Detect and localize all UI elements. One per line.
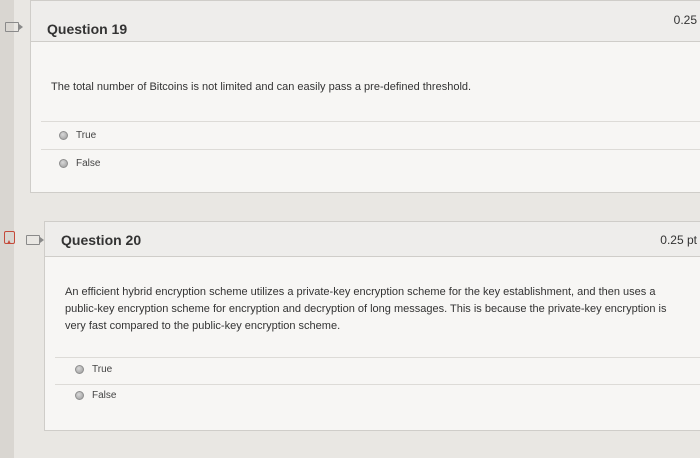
question-points: 0.25 pt [660, 233, 697, 247]
choice-label: False [92, 390, 117, 401]
radio-button[interactable] [75, 365, 84, 374]
question-title: Question 20 [61, 232, 142, 248]
question-title: Question 19 [47, 21, 128, 37]
divider [55, 357, 700, 358]
choice-label: False [76, 158, 101, 169]
bookmark-icon[interactable] [4, 231, 15, 244]
radio-button[interactable] [75, 391, 84, 400]
choice-false[interactable]: False [75, 390, 116, 401]
question-text: An efficient hybrid encryption scheme ut… [65, 286, 667, 332]
choice-true[interactable]: True [75, 364, 112, 375]
question-card: Question 19 0.25 The total number of Bit… [30, 0, 700, 193]
question-points: 0.25 [673, 13, 697, 27]
flag-question-icon[interactable] [5, 22, 23, 32]
choice-true[interactable]: True [59, 130, 96, 141]
question-text: The total number of Bitcoins is not limi… [51, 81, 472, 93]
flag-question-icon[interactable] [26, 235, 44, 245]
choice-label: True [92, 364, 113, 375]
divider [41, 149, 700, 150]
question-header [31, 1, 700, 42]
radio-button[interactable] [59, 159, 68, 168]
question-header [45, 222, 700, 257]
divider [55, 384, 700, 385]
page-left-edge [0, 0, 14, 458]
radio-button[interactable] [59, 131, 68, 140]
choice-false[interactable]: False [59, 158, 100, 169]
divider [41, 121, 700, 122]
choice-label: True [76, 130, 97, 141]
question-card: Question 20 0.25 pt An efficient hybrid … [44, 221, 700, 431]
